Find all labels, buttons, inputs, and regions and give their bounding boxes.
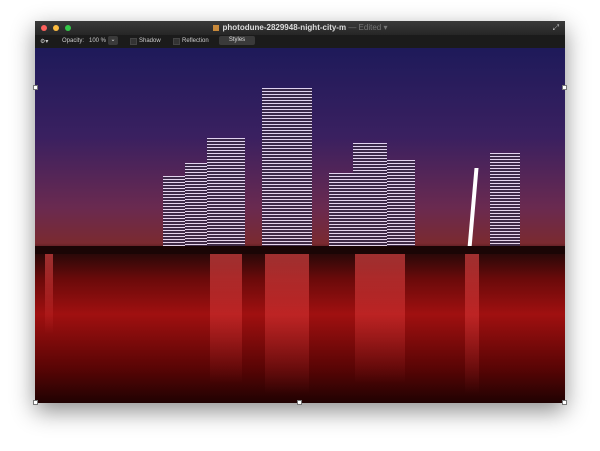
edited-status[interactable]: — Edited ▾ [348, 23, 387, 32]
reflection-checkbox[interactable] [173, 38, 180, 45]
resize-handle[interactable] [297, 400, 302, 405]
opacity-dropdown[interactable]: ⌄ [108, 36, 118, 45]
resize-handle[interactable] [562, 85, 567, 90]
opacity-label: Opacity: [62, 38, 85, 44]
reflection-label: Reflection [182, 38, 209, 44]
night-city-photo[interactable] [35, 48, 565, 403]
editor-window: photodune-2829948-night-city-m — Edited … [35, 21, 565, 403]
window-title: photodune-2829948-night-city-m — Edited … [35, 23, 565, 32]
filename: photodune-2829948-night-city-m [222, 23, 347, 32]
resize-handle[interactable] [33, 400, 38, 405]
gear-icon[interactable]: ⚙▾ [40, 38, 48, 45]
title-bar: photodune-2829948-night-city-m — Edited … [35, 21, 565, 35]
expand-icon[interactable]: ⤢ [553, 23, 559, 33]
resize-handle[interactable] [562, 400, 567, 405]
document-icon [212, 25, 219, 31]
resize-handle[interactable] [33, 85, 38, 90]
styles-button[interactable]: Styles [219, 36, 255, 45]
opacity-value[interactable]: 100 % [89, 38, 106, 44]
shadow-label: Shadow [139, 38, 161, 44]
toolbar: ⚙▾ Opacity: 100 % ⌄ Shadow Reflection St… [35, 35, 565, 48]
shadow-checkbox[interactable] [130, 38, 137, 45]
